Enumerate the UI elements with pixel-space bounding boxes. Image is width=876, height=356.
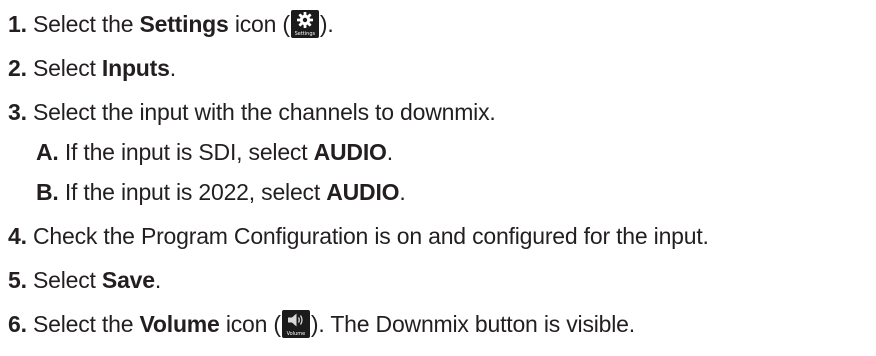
step-text: Select the input with the channels to do…	[33, 99, 496, 125]
step-text: .	[154, 267, 162, 293]
step-number: 3.	[8, 99, 27, 125]
step-text: ).	[319, 11, 334, 37]
step-number: 6.	[8, 311, 27, 337]
instruction-list: 1. Select the Settings icon (Settings). …	[0, 0, 876, 356]
step-6: 6. Select the Volume icon (Volume). The …	[8, 309, 635, 339]
step-3b: B. If the input is 2022, select AUDIO.	[36, 177, 406, 207]
step-text: Check the Program Configuration is on an…	[33, 223, 709, 249]
step-number: 4.	[8, 223, 27, 249]
step-text: Select the	[33, 11, 140, 37]
audio-label: AUDIO	[326, 179, 400, 205]
volume-icon: Volume	[281, 310, 310, 338]
icon-caption: Volume	[286, 331, 306, 337]
step-5: 5. Select Save.	[8, 265, 161, 295]
icon-caption: Settings	[294, 31, 316, 37]
step-4: 4. Check the Program Configuration is on…	[8, 221, 709, 251]
speaker-icon	[287, 313, 303, 327]
step-1: 1. Select the Settings icon (Settings).	[8, 9, 334, 39]
step-text: icon (	[228, 11, 290, 37]
settings-icon: Settings	[290, 10, 319, 38]
save-label: Save	[101, 267, 155, 293]
step-number: A.	[36, 139, 59, 165]
step-number: 5.	[8, 267, 27, 293]
step-text: ). The Downmix button is visible.	[310, 311, 635, 337]
step-2: 2. Select Inputs.	[8, 53, 176, 83]
step-text: .	[169, 55, 176, 81]
volume-label: Volume	[139, 311, 220, 337]
step-text: If the input is 2022, select	[64, 179, 327, 205]
gear-icon	[296, 12, 313, 28]
step-text: icon (	[219, 311, 281, 337]
step-number: 1.	[8, 11, 27, 37]
step-text: If the input is SDI, select	[64, 139, 314, 165]
step-3a: A. If the input is SDI, select AUDIO.	[36, 137, 393, 167]
step-text: .	[399, 179, 406, 205]
settings-label: Settings	[139, 11, 229, 37]
step-text: .	[386, 139, 393, 165]
step-text: Select	[33, 55, 102, 81]
step-text: Select	[33, 267, 102, 293]
step-number: B.	[36, 179, 59, 205]
step-text: Select the	[33, 311, 140, 337]
step-number: 2.	[8, 55, 27, 81]
step-3: 3. Select the input with the channels to…	[8, 97, 496, 127]
inputs-label: Inputs	[101, 55, 170, 81]
audio-label: AUDIO	[313, 139, 387, 165]
